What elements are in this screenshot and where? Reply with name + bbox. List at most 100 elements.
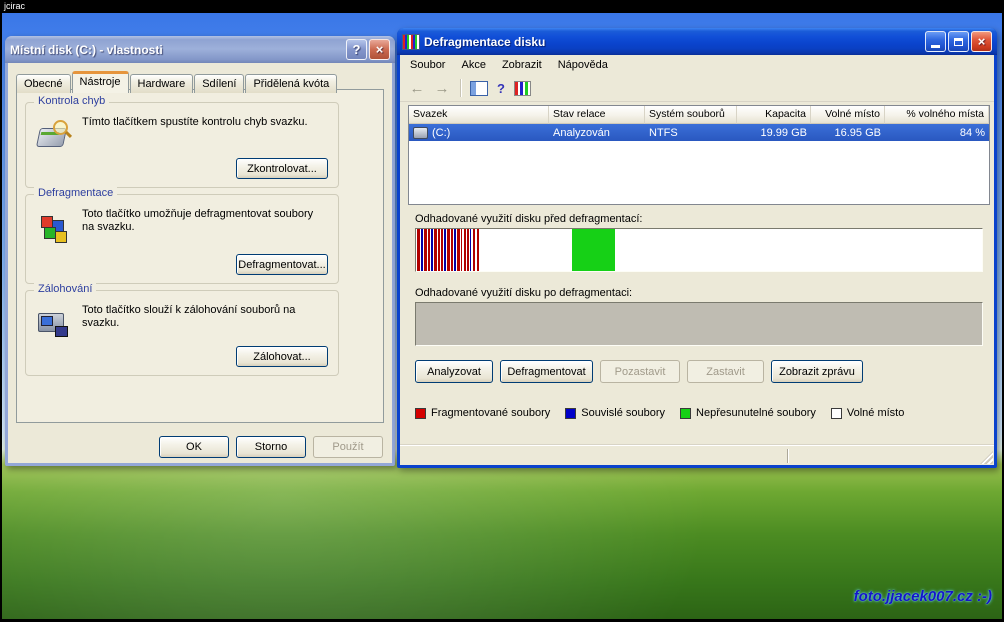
column-volne-misto[interactable]: Volné místo xyxy=(811,106,885,124)
tab-strip: Obecné Nástroje Hardware Sdílení Přiděle… xyxy=(16,71,338,93)
menu-napoveda[interactable]: Nápověda xyxy=(550,56,616,74)
before-usage-label: Odhadované využití disku před defragment… xyxy=(415,213,642,225)
menu-soubor[interactable]: Soubor xyxy=(402,56,453,74)
close-button[interactable]: × xyxy=(971,31,992,52)
apply-button[interactable]: Použít xyxy=(313,436,383,458)
cell-capacity: 19.99 GB xyxy=(737,127,811,139)
toolbar: ← → ? xyxy=(400,75,994,102)
cell-free-space: 16.95 GB xyxy=(811,127,885,139)
defragment-icon xyxy=(38,211,70,243)
tab-sdileni[interactable]: Sdílení xyxy=(194,74,244,93)
usage-segment-F xyxy=(424,229,427,271)
usage-segment-F xyxy=(447,229,450,271)
defragment-now-button[interactable]: Defragmentovat... xyxy=(236,254,328,275)
group-error-check: Kontrola chyb Tímto tlačítkem spustíte k… xyxy=(25,102,339,188)
column-pct-volneho-mista[interactable]: % volného místa xyxy=(885,106,989,124)
check-now-button[interactable]: Zkontrolovat... xyxy=(236,158,328,179)
usage-segment-C xyxy=(421,229,423,271)
legend-label-free: Volné místo xyxy=(847,407,904,419)
tools-tab-pane: Kontrola chyb Tímto tlačítkem spustíte k… xyxy=(16,89,384,423)
forward-icon[interactable]: → xyxy=(432,80,452,97)
help-button[interactable]: ? xyxy=(346,39,367,60)
legend-label-contiguous: Souvislé soubory xyxy=(581,407,665,419)
column-kapacita[interactable]: Kapacita xyxy=(737,106,811,124)
legend-item-unmovable: Nepřesunutelné soubory xyxy=(680,407,816,419)
group-error-check-text: Tímto tlačítkem spustíte kontrolu chyb s… xyxy=(82,116,324,129)
analyze-button[interactable]: Analyzovat xyxy=(415,360,493,383)
menu-akce[interactable]: Akce xyxy=(453,56,493,74)
tab-nastroje[interactable]: Nástroje xyxy=(72,71,129,93)
watermark: foto.jjacek007.cz :-) xyxy=(854,588,992,605)
pause-button[interactable]: Pozastavit xyxy=(600,360,680,383)
toolbar-view-icon[interactable] xyxy=(514,81,531,96)
legend-swatch-contiguous xyxy=(565,408,576,419)
cell-session-status: Analyzován xyxy=(549,127,645,139)
legend-item-fragmented: Fragmentované soubory xyxy=(415,407,550,419)
defrag-titlebar[interactable]: Defragmentace disku × xyxy=(397,28,997,55)
usage-segment-C xyxy=(454,229,456,271)
defragment-button[interactable]: Defragmentovat xyxy=(500,360,593,383)
usage-segment-F xyxy=(441,229,443,271)
tab-hardware[interactable]: Hardware xyxy=(130,74,194,93)
properties-body: Obecné Nástroje Hardware Sdílení Přiděle… xyxy=(8,63,392,463)
properties-titlebar[interactable]: Místní disk (C:) - vlastnosti ? × xyxy=(5,36,395,63)
maximize-button[interactable] xyxy=(948,31,969,52)
volume-row-c[interactable]: (C:) Analyzován NTFS 19.99 GB 16.95 GB 8… xyxy=(409,124,989,141)
defrag-app-icon xyxy=(402,34,420,50)
group-backup: Zálohování Toto tlačítko slouží k záloho… xyxy=(25,290,339,376)
console-tree-icon[interactable] xyxy=(470,81,488,96)
usage-segment-F xyxy=(417,229,420,271)
cancel-button[interactable]: Storno xyxy=(236,436,306,458)
backup-now-button[interactable]: Zálohovat... xyxy=(236,346,328,367)
back-icon[interactable]: ← xyxy=(407,80,427,97)
before-usage-bar xyxy=(415,228,983,272)
close-button[interactable]: × xyxy=(369,39,390,60)
status-separator xyxy=(787,449,789,463)
usage-segment-C xyxy=(431,229,433,271)
toolbar-separator xyxy=(460,79,462,97)
defrag-body: Soubor Akce Zobrazit Nápověda ← → ? Svaz… xyxy=(400,55,994,465)
top-overlay-label: jcirac xyxy=(4,1,25,11)
backup-icon xyxy=(38,307,70,339)
usage-segment-F xyxy=(434,229,437,271)
minimize-icon xyxy=(931,45,940,48)
legend-label-fragmented: Fragmentované soubory xyxy=(431,407,550,419)
group-backup-title: Zálohování xyxy=(34,283,96,295)
after-usage-bar xyxy=(415,302,983,346)
stop-button[interactable]: Zastavit xyxy=(687,360,764,383)
legend-swatch-fragmented xyxy=(415,408,426,419)
resize-grip[interactable] xyxy=(980,451,993,464)
menubar: Soubor Akce Zobrazit Nápověda xyxy=(400,55,994,75)
tab-obecne[interactable]: Obecné xyxy=(16,74,71,93)
usage-segment-F xyxy=(464,229,466,271)
usage-segment-F xyxy=(451,229,453,271)
usage-segment-C xyxy=(444,229,446,271)
group-backup-text: Toto tlačítko slouží k zálohování soubor… xyxy=(82,304,324,330)
legend-item-free: Volné místo xyxy=(831,407,904,419)
defrag-window-title: Defragmentace disku xyxy=(424,35,545,49)
tab-pridelena-kvota[interactable]: Přidělená kvóta xyxy=(245,74,337,93)
column-svazek[interactable]: Svazek xyxy=(409,106,549,124)
view-report-button[interactable]: Zobrazit zprávu xyxy=(771,360,863,383)
screen: jcirac Místní disk (C:) - vlastnosti ? ×… xyxy=(0,0,1004,622)
menu-zobrazit[interactable]: Zobrazit xyxy=(494,56,550,74)
properties-window: Místní disk (C:) - vlastnosti ? × Obecné… xyxy=(5,36,395,466)
ok-button[interactable]: OK xyxy=(159,436,229,458)
usage-segment-F xyxy=(457,229,459,271)
toolbar-help-icon[interactable]: ? xyxy=(493,81,509,96)
group-error-check-title: Kontrola chyb xyxy=(34,95,109,107)
volume-name: (C:) xyxy=(432,127,450,139)
maximize-icon xyxy=(954,38,963,46)
legend: Fragmentované soubory Souvislé soubory N… xyxy=(415,407,919,419)
legend-swatch-unmovable xyxy=(680,408,691,419)
list-header: Svazek Stav relace Systém souborů Kapaci… xyxy=(409,106,989,124)
dialog-footer-buttons: OK Storno Použít xyxy=(159,436,383,458)
group-defragment: Defragmentace Toto tlačítko umožňuje def… xyxy=(25,194,339,284)
legend-item-contiguous: Souvislé soubory xyxy=(565,407,665,419)
column-stav-relace[interactable]: Stav relace xyxy=(549,106,645,124)
minimize-button[interactable] xyxy=(925,31,946,52)
usage-segment-F xyxy=(467,229,469,271)
usage-segment-C xyxy=(470,229,472,271)
top-overlay-bar: jcirac xyxy=(0,0,1004,13)
column-system-souboru[interactable]: Systém souborů xyxy=(645,106,737,124)
